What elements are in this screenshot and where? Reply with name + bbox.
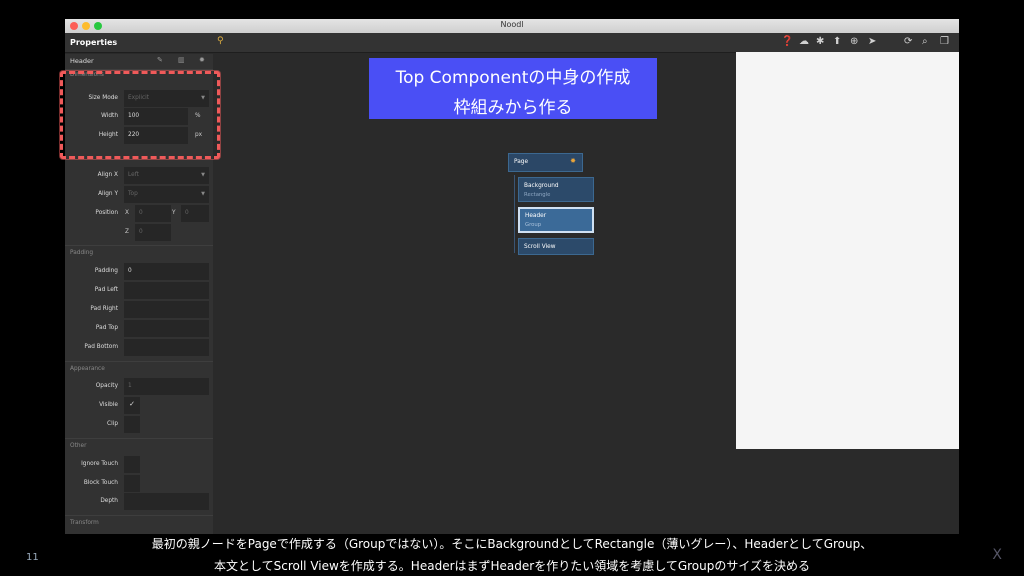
align-x-select[interactable]: Left ▼ <box>124 167 209 184</box>
settings-icon[interactable]: ✹ <box>199 56 205 64</box>
block-touch-label: Block Touch <box>83 480 118 486</box>
highlight-box <box>60 71 220 159</box>
toolbar: Properties ⚲ ❓ ☁ ✱ ⬆ ⊕ ➤ ⟳ ⌕ ❐ <box>65 33 959 53</box>
block-touch-checkbox[interactable] <box>124 475 140 492</box>
position-x-label: X <box>125 210 129 216</box>
align-y-value: Top <box>128 191 138 197</box>
divider <box>65 515 213 516</box>
panel-header: Header ✎ ▥ ✹ <box>65 54 213 68</box>
chevron-down-icon: ▼ <box>201 172 205 178</box>
clip-checkbox[interactable] <box>124 416 140 433</box>
window-title: Noodl <box>500 20 524 29</box>
search-icon[interactable]: ⌕ <box>922 36 928 48</box>
slide-number: 11 <box>26 552 39 563</box>
node-scroll-view[interactable]: Scroll View <box>518 238 594 255</box>
section-transform: Transform <box>70 520 99 526</box>
help-icon[interactable]: ❓ <box>781 36 793 48</box>
pad-right-label: Pad Right <box>90 306 118 312</box>
node-page[interactable]: Page ✸ <box>508 153 583 172</box>
align-x-label: Align X <box>97 172 118 178</box>
position-y-label: Y <box>172 210 176 216</box>
node-picker-icon[interactable]: ⚲ <box>217 36 224 46</box>
node-header-title: Header <box>525 213 547 219</box>
opacity-label: Opacity <box>95 383 118 389</box>
slide: Noodl Properties ⚲ ❓ ☁ ✱ ⬆ ⊕ ➤ ⟳ ⌕ ❐ Hea… <box>0 0 1024 576</box>
divider <box>65 361 213 362</box>
section-padding: Padding <box>70 250 94 256</box>
node-header-type: Group <box>525 222 542 228</box>
position-z-label: Z <box>125 229 129 235</box>
ignore-touch-label: Ignore Touch <box>81 461 118 467</box>
pad-left-label: Pad Left <box>94 287 118 293</box>
banner-line-1: Top Componentの中身の作成 <box>395 68 631 88</box>
position-z-input[interactable]: 0 <box>135 224 171 241</box>
align-y-select[interactable]: Top ▼ <box>124 186 209 203</box>
pad-top-input[interactable] <box>124 320 209 337</box>
padding-label: Padding <box>94 268 118 274</box>
node-page-title: Page <box>514 159 529 165</box>
caption-line-1: 最初の親ノードをPageで作成する（Groupではない）。そこにBackgrou… <box>151 537 873 551</box>
align-y-label: Align Y <box>98 191 118 197</box>
annotation-banner: Top Componentの中身の作成 枠組みから作る <box>369 58 657 119</box>
upload-icon[interactable]: ⬆ <box>833 36 841 48</box>
pad-bottom-label: Pad Bottom <box>84 344 118 350</box>
close-slide-button[interactable]: X <box>992 547 1002 563</box>
position-label: Position <box>95 210 118 216</box>
pad-right-input[interactable] <box>124 301 209 318</box>
refresh-icon[interactable]: ⟳ <box>904 36 912 48</box>
window-icon[interactable]: ❐ <box>940 36 949 48</box>
chevron-down-icon: ▼ <box>201 191 205 197</box>
cloud-icon[interactable]: ☁ <box>799 36 809 48</box>
root-star-icon: ✸ <box>570 157 576 165</box>
bug-icon[interactable]: ✱ <box>816 36 824 48</box>
divider <box>65 438 213 439</box>
title-bar: Noodl <box>65 19 959 33</box>
selected-node-name: Header <box>70 57 94 65</box>
visible-label: Visible <box>99 402 118 408</box>
section-other: Other <box>70 443 87 449</box>
pad-top-label: Pad Top <box>95 325 118 331</box>
node-background[interactable]: Background Rectangle <box>518 177 594 202</box>
publish-icon[interactable]: ⊕ <box>850 36 858 48</box>
depth-label: Depth <box>100 498 118 504</box>
section-appearance: Appearance <box>70 366 105 372</box>
divider <box>65 245 213 246</box>
pad-left-input[interactable] <box>124 282 209 299</box>
pad-bottom-input[interactable] <box>124 339 209 356</box>
node-background-title: Background <box>524 183 559 189</box>
caption-line-2: 本文としてScroll Viewを作成する。HeaderはまずHeaderを作り… <box>213 559 811 573</box>
divider <box>65 69 213 70</box>
send-icon[interactable]: ➤ <box>868 36 876 48</box>
visible-checkbox[interactable]: ✓ <box>124 397 140 414</box>
banner-line-2: 枠組みから作る <box>453 98 573 118</box>
align-x-value: Left <box>128 172 139 178</box>
delete-icon[interactable]: ▥ <box>178 56 185 64</box>
tree-connector <box>514 175 515 253</box>
preview-viewport[interactable] <box>736 52 959 449</box>
clip-label: Clip <box>107 421 118 427</box>
node-header[interactable]: Header Group <box>518 207 594 233</box>
position-y-input[interactable]: 0 <box>181 205 209 222</box>
node-background-type: Rectangle <box>524 192 551 198</box>
edit-icon[interactable]: ✎ <box>157 56 163 64</box>
opacity-input[interactable]: 1 <box>124 378 209 395</box>
padding-input[interactable]: 0 <box>124 263 209 280</box>
properties-title: Properties <box>70 38 118 47</box>
depth-input[interactable] <box>124 493 209 510</box>
node-scroll-view-title: Scroll View <box>524 244 556 250</box>
position-x-input[interactable]: 0 <box>135 205 171 222</box>
ignore-touch-checkbox[interactable] <box>124 456 140 473</box>
